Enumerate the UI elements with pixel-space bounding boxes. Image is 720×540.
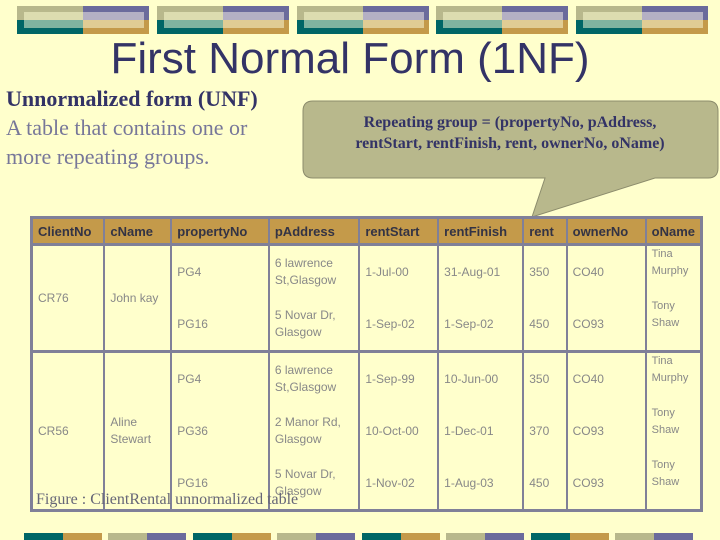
client-no-cell: CR76 (30, 243, 106, 352)
unf-description-line2: more repeating groups. (6, 144, 210, 169)
decorative-block (576, 6, 708, 34)
decorative-block (17, 6, 149, 34)
column-header: ClientNo (30, 216, 106, 246)
client-name-cell: John kay (103, 243, 173, 352)
column-header: oName (644, 216, 703, 246)
unf-description-line1: A table that contains one or (6, 115, 248, 140)
owner-no-cell: CO40 (565, 243, 647, 298)
rent-cell: 350 (522, 350, 568, 405)
figure-caption: Figure : ClientRental unnormalized table (36, 491, 299, 508)
column-header: pAddress (267, 216, 361, 246)
decorative-block (436, 6, 568, 34)
unf-definition: Unnormalized form (UNF) A table that con… (6, 84, 258, 171)
callout-text: Repeating group = (propertyNo, pAddress,… (305, 112, 715, 154)
address-cell: 2 Manor Rd, Glasgow (267, 405, 361, 457)
rent-finish-cell: 10-Jun-00 (437, 350, 525, 405)
owner-name-cell: Tony Shaw (644, 298, 703, 352)
bottom-decorative-bar (0, 533, 720, 540)
owner-no-cell: CO40 (565, 350, 647, 405)
owner-name-cell: Tina Murphy (644, 243, 703, 298)
rent-start-cell: 10-Oct-00 (358, 405, 440, 457)
decorative-stripe (193, 533, 271, 540)
property-no-cell: PG4 (170, 243, 270, 298)
column-header: ownerNo (565, 216, 647, 246)
rent-start-cell: 1-Jul-00 (358, 243, 440, 298)
column-header: rent (522, 216, 568, 246)
address-cell: 6 lawrence St,Glasgow (267, 243, 361, 298)
column-header: rentStart (358, 216, 440, 246)
owner-name-cell: Tony Shaw (644, 405, 703, 457)
decorative-stripe (531, 533, 609, 540)
table-header-row: ClientNo cName propertyNo pAddress rentS… (30, 216, 703, 246)
column-header: propertyNo (170, 216, 270, 246)
owner-name-cell: Tony Shaw (644, 457, 703, 511)
callout-line1: Repeating group = (propertyNo, pAddress, (363, 114, 657, 131)
column-header: cName (103, 216, 173, 246)
rent-finish-cell: 1-Aug-03 (437, 457, 525, 511)
decorative-stripe (615, 533, 693, 540)
table-row: CR76 John kay PG4 6 lawrence St,Glasgow … (30, 243, 703, 352)
unf-heading: Unnormalized form (UNF) (6, 86, 258, 111)
slide-title: First Normal Form (1NF) (110, 34, 590, 83)
top-decorative-bar (0, 6, 720, 34)
property-no-cell: PG16 (170, 298, 270, 352)
rent-cell: 450 (522, 298, 568, 352)
client-rental-table: ClientNo cName propertyNo pAddress rentS… (30, 216, 703, 512)
rent-start-cell: 1-Sep-99 (358, 350, 440, 405)
client-name-cell: Aline Stewart (103, 350, 173, 511)
rent-cell: 450 (522, 457, 568, 511)
owner-name-cell: Tina Murphy (644, 350, 703, 405)
decorative-block (297, 6, 429, 34)
property-no-cell: PG36 (170, 405, 270, 457)
decorative-stripe (24, 533, 102, 540)
decorative-stripe (362, 533, 440, 540)
rent-start-cell: 1-Nov-02 (358, 457, 440, 511)
rent-finish-cell: 1-Sep-02 (437, 298, 525, 352)
address-cell: 5 Novar Dr, Glasgow (267, 298, 361, 352)
address-cell: 6 lawrence St,Glasgow (267, 350, 361, 405)
client-no-cell: CR56 (30, 350, 106, 511)
decorative-stripe (277, 533, 355, 540)
owner-no-cell: CO93 (565, 405, 647, 457)
rent-cell: 350 (522, 243, 568, 298)
property-no-cell: PG4 (170, 350, 270, 405)
decorative-block (157, 6, 289, 34)
rent-finish-cell: 31-Aug-01 (437, 243, 525, 298)
column-header: rentFinish (437, 216, 525, 246)
rent-finish-cell: 1-Dec-01 (437, 405, 525, 457)
owner-no-cell: CO93 (565, 298, 647, 352)
decorative-stripe (446, 533, 524, 540)
decorative-stripe (108, 533, 186, 540)
table-row: CR56 Aline Stewart PG4 6 lawrence St,Gla… (30, 350, 703, 511)
rent-start-cell: 1-Sep-02 (358, 298, 440, 352)
callout-line2: rentStart, rentFinish, rent, ownerNo, oN… (355, 135, 665, 152)
owner-no-cell: CO93 (565, 457, 647, 511)
rent-cell: 370 (522, 405, 568, 457)
